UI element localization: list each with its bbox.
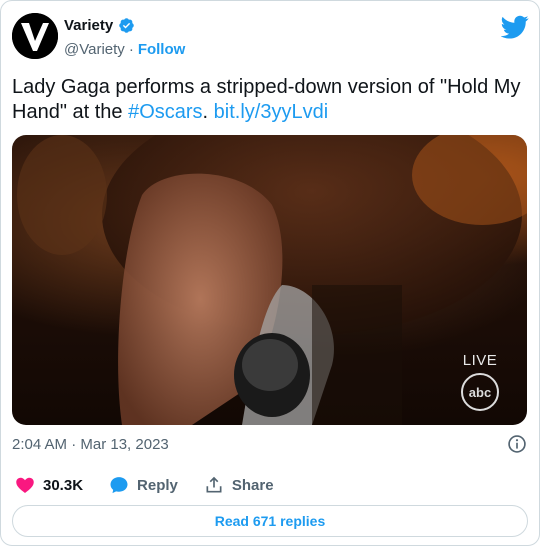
reply-bubble-icon xyxy=(110,477,128,494)
tweet-video[interactable]: LIVE abc xyxy=(12,135,527,425)
share-icon xyxy=(206,476,222,493)
share-label: Share xyxy=(231,476,274,494)
tweet-text-punctuation: . xyxy=(202,101,214,123)
tweet-short-link[interactable]: bit.ly/3yyLvdi xyxy=(214,101,329,123)
oscars-hashtag-link[interactable]: #Oscars xyxy=(128,101,202,123)
video-frame-image xyxy=(17,135,527,425)
heart-icon xyxy=(16,477,34,493)
verified-badge-icon xyxy=(119,18,134,33)
tweet-card: Variety @Variety · Follow Lady Gaga perf… xyxy=(0,0,540,546)
live-badge: LIVE abc xyxy=(459,352,501,411)
abc-network-logo: abc xyxy=(461,373,499,411)
account-name[interactable]: Variety xyxy=(64,17,113,34)
follow-button[interactable]: Follow xyxy=(138,41,186,58)
reply-button[interactable]: Reply xyxy=(109,475,178,495)
info-icon[interactable] xyxy=(507,434,527,454)
share-button[interactable]: Share xyxy=(204,475,274,495)
account-handle-row: @Variety · Follow xyxy=(64,41,185,58)
variety-avatar[interactable] xyxy=(12,13,58,59)
like-button[interactable]: 30.3K xyxy=(15,475,83,495)
tweet-timestamp[interactable]: 2:04 AM · Mar 13, 2023 xyxy=(12,436,169,453)
read-replies-button[interactable]: Read 671 replies xyxy=(12,505,528,537)
account-name-row: Variety xyxy=(64,17,135,34)
variety-logo-icon xyxy=(12,13,58,59)
account-handle[interactable]: @Variety xyxy=(64,41,125,58)
tweet-text: Lady Gaga performs a stripped-down versi… xyxy=(12,75,532,125)
tweet-actions: 30.3K Reply Share xyxy=(12,475,274,495)
separator-dot: · xyxy=(128,41,134,58)
reply-label: Reply xyxy=(137,476,178,494)
like-count: 30.3K xyxy=(43,476,84,494)
live-label: LIVE xyxy=(462,352,498,369)
twitter-bird-icon[interactable] xyxy=(501,13,529,41)
